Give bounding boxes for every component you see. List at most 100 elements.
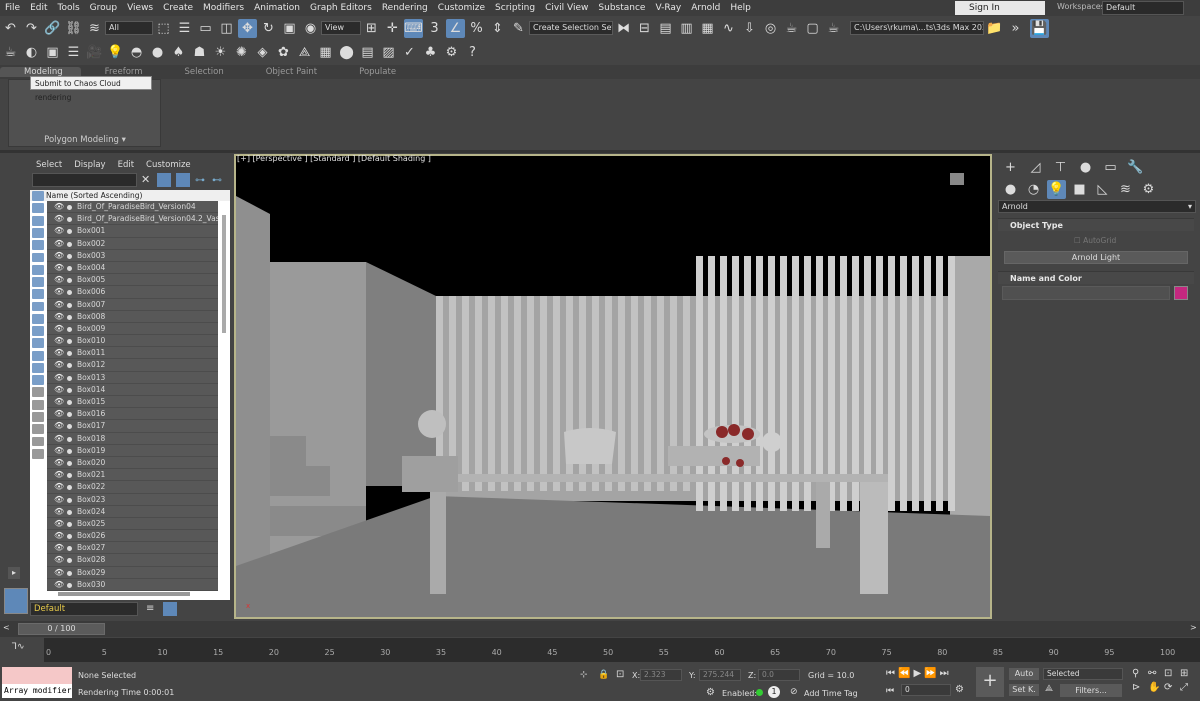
explorer-filter-icon[interactable] [32, 424, 44, 435]
proxy-icon[interactable]: ◈ [253, 43, 272, 62]
render-toggle-icon[interactable] [67, 558, 72, 564]
zoom-all-icon[interactable]: ⚯ [1148, 668, 1164, 679]
curve-editor-icon[interactable]: ∿ [719, 19, 738, 38]
timeslider-left-icon[interactable]: < [3, 623, 10, 632]
play-icon[interactable]: ▶ [913, 668, 921, 679]
visibility-eye-icon[interactable]: 👁 [54, 554, 64, 565]
render-toggle-icon[interactable] [67, 582, 72, 588]
list-item[interactable]: 👁 Box030 [47, 578, 218, 591]
list-item[interactable]: 👁 Box005 [47, 274, 218, 287]
menu-help[interactable]: Help [725, 0, 756, 16]
orbit-icon[interactable]: ⟳ [1164, 682, 1180, 693]
render-toggle-icon[interactable] [67, 217, 72, 223]
filter-icon[interactable] [157, 173, 171, 187]
settings-icon[interactable]: ⚙ [442, 43, 461, 62]
visibility-eye-icon[interactable]: 👁 [54, 396, 64, 407]
explorer-filter-icon[interactable] [32, 240, 44, 251]
pan-icon[interactable]: ✋ [1148, 682, 1164, 693]
visibility-eye-icon[interactable]: 👁 [54, 311, 64, 322]
light-type-select[interactable]: Arnold ▾ [998, 200, 1196, 213]
list-item[interactable]: 👁 Box029 [47, 566, 218, 579]
rect-selection-icon[interactable]: ▭ [196, 19, 215, 38]
render-toggle-icon[interactable] [67, 302, 72, 308]
visibility-eye-icon[interactable]: 👁 [54, 542, 64, 553]
visibility-eye-icon[interactable]: 👁 [54, 250, 64, 261]
list-item[interactable]: 👁 Box008 [47, 310, 218, 323]
visibility-eye-icon[interactable]: 👁 [54, 286, 64, 297]
timeslider-right-icon[interactable]: > [1190, 623, 1197, 632]
explorer-filter-icon[interactable] [32, 264, 44, 275]
set-key-icon[interactable]: + [976, 667, 1004, 697]
modify-tab-icon[interactable]: ◿ [1026, 158, 1045, 177]
visibility-eye-icon[interactable]: 👁 [54, 384, 64, 395]
select-object-icon[interactable]: ⬚ [154, 19, 173, 38]
sunlight-icon[interactable]: ☀ [211, 43, 230, 62]
list-item[interactable]: 👁 Box021 [47, 469, 218, 482]
list-item[interactable]: 👁 Box009 [47, 322, 218, 336]
list-item[interactable]: 👁 Box011 [47, 347, 218, 360]
display-tab-icon[interactable]: ▭ [1101, 158, 1120, 177]
spot-light-icon[interactable]: ♠ [169, 43, 188, 62]
render-icon[interactable]: ◐ [22, 43, 41, 62]
fur-icon[interactable]: ✿ [274, 43, 293, 62]
explorer-filter-icon[interactable] [32, 375, 44, 386]
list-item[interactable]: 👁 Box019 [47, 444, 218, 457]
list-item[interactable]: 👁 Box017 [47, 420, 218, 433]
auto-key-button[interactable]: Auto [1009, 668, 1039, 680]
zoom-icon[interactable]: ⚲ [1132, 668, 1148, 679]
hierarchy-tab-icon[interactable]: ⊤ [1051, 158, 1070, 177]
select-by-name-icon[interactable]: ☰ [175, 19, 194, 38]
viewport-label[interactable]: [+] [Perspective ] [Standard ] [Default … [237, 154, 431, 163]
named-selection-set[interactable]: Create Selection Set [529, 21, 613, 35]
render-toggle-icon[interactable] [67, 546, 72, 552]
render-toggle-icon[interactable] [67, 521, 72, 527]
mesh-icon[interactable]: ▨ [379, 43, 398, 62]
bitmap-icon[interactable]: ▦ [316, 43, 335, 62]
zoom-extents-all-icon[interactable]: ⊞ [1180, 668, 1196, 679]
help-icon[interactable]: ? [463, 43, 482, 62]
explorer-filter-icon[interactable] [32, 191, 44, 202]
render-toggle-icon[interactable] [67, 436, 72, 442]
scrollbar[interactable] [222, 215, 226, 333]
list-item[interactable]: 👁 Box028 [47, 554, 218, 567]
visibility-eye-icon[interactable]: 👁 [54, 335, 64, 346]
visibility-eye-icon[interactable]: 👁 [54, 433, 64, 444]
visibility-eye-icon[interactable]: 👁 [54, 225, 64, 236]
explorer-filter-icon[interactable] [32, 215, 44, 226]
render-toggle-icon[interactable] [67, 412, 72, 418]
key-filters-icon[interactable]: ⟁ [1045, 684, 1053, 694]
render-toggle-icon[interactable] [67, 497, 72, 503]
angle-snap-icon[interactable]: ∠ [446, 18, 465, 38]
perspective-viewport[interactable]: x [234, 154, 992, 619]
visibility-eye-icon[interactable]: 👁 [54, 299, 64, 310]
create-tab-icon[interactable]: + [1001, 158, 1020, 177]
menu-file[interactable]: File [0, 0, 25, 16]
camera-icon[interactable]: 🎥 [85, 43, 104, 62]
utilities-tab-icon[interactable]: 🔧 [1126, 158, 1145, 177]
arnold-light-button[interactable]: Arnold Light [1004, 251, 1188, 264]
list-item[interactable]: 👁 Box013 [47, 371, 218, 384]
tree-icon[interactable]: ♣ [421, 43, 440, 62]
visibility-eye-icon[interactable]: 👁 [54, 262, 64, 273]
visibility-eye-icon[interactable]: 👁 [54, 469, 64, 480]
render-toggle-icon[interactable] [67, 387, 72, 393]
menu-rendering[interactable]: Rendering [377, 0, 433, 16]
menu-graph-editors[interactable]: Graph Editors [305, 0, 377, 16]
explorer-filter-icon[interactable] [32, 277, 44, 287]
dome-light-icon[interactable]: ◓ [127, 43, 146, 62]
render-toggle-icon[interactable] [67, 326, 72, 332]
visibility-eye-icon[interactable]: 👁 [54, 506, 64, 517]
menu-civil-view[interactable]: Civil View [540, 0, 593, 16]
expand-arrow-icon[interactable]: ▸ [8, 567, 20, 579]
render-toggle-icon[interactable] [67, 290, 72, 296]
menu-substance[interactable]: Substance [593, 0, 650, 16]
explorer-filter-icon[interactable] [32, 326, 44, 336]
menu-create[interactable]: Create [158, 0, 198, 16]
visibility-eye-icon[interactable]: 👁 [54, 445, 64, 456]
more-icon[interactable]: » [1006, 19, 1025, 38]
render-toggle-icon[interactable] [67, 351, 72, 357]
visibility-eye-icon[interactable]: 👁 [54, 530, 64, 541]
undo-icon[interactable]: ↶ [1, 19, 20, 38]
list-item[interactable]: 👁 Box027 [47, 542, 218, 555]
menu-scripting[interactable]: Scripting [490, 0, 540, 16]
